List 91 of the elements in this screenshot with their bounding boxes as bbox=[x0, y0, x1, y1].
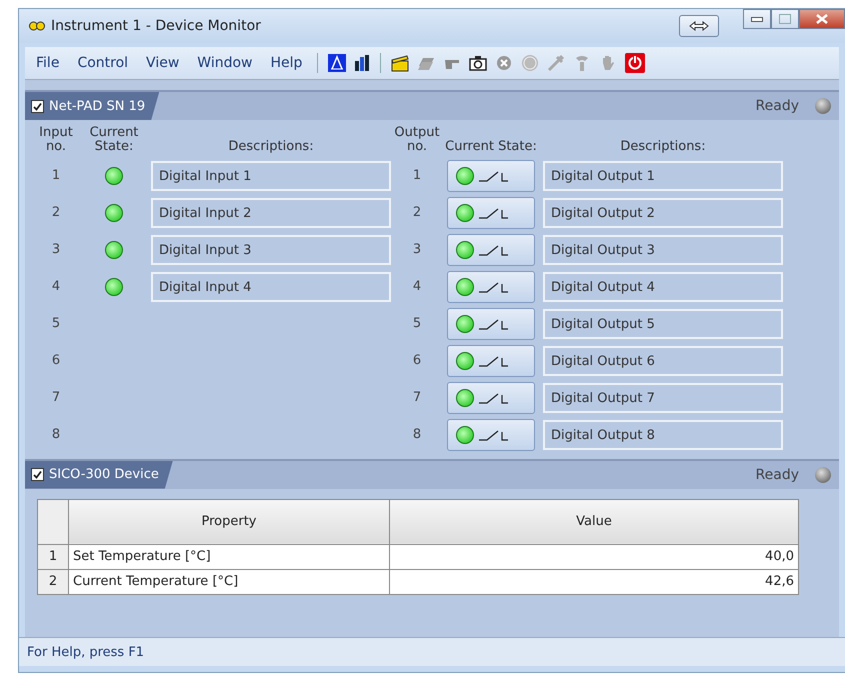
table-cell: 42,6 bbox=[390, 569, 798, 594]
input-number: 8 bbox=[52, 427, 60, 442]
output-number: 2 bbox=[412, 205, 422, 220]
output-number: 8 bbox=[412, 427, 422, 442]
switch-icon bbox=[478, 168, 510, 183]
menu-item[interactable]: File bbox=[31, 55, 64, 71]
input-number: 1 bbox=[52, 168, 60, 184]
switch-icon bbox=[478, 206, 510, 220]
switch-icon bbox=[478, 316, 510, 331]
description-field[interactable]: Digital Output 8 bbox=[543, 420, 783, 450]
switch-icon bbox=[478, 242, 510, 257]
table-cell: Current Temperature [°C] bbox=[68, 569, 390, 594]
column-header: Descriptions: bbox=[619, 140, 707, 155]
description-field[interactable]: Digital Output 7 bbox=[543, 382, 783, 413]
output-toggle-button[interactable] bbox=[447, 344, 535, 377]
checkmark-icon bbox=[33, 470, 42, 480]
output-toggle-button[interactable] bbox=[447, 196, 535, 229]
cancel-icon[interactable] bbox=[495, 54, 514, 72]
menu-item[interactable]: Help bbox=[265, 55, 308, 71]
switch-icon bbox=[478, 390, 510, 405]
table-cell: 40,0 bbox=[390, 544, 798, 570]
resize-button[interactable] bbox=[679, 15, 719, 37]
description-field[interactable]: Digital Output 6 bbox=[543, 346, 783, 376]
output-number: 1 bbox=[412, 168, 422, 184]
column-header: Output no. bbox=[395, 126, 439, 155]
power-icon[interactable] bbox=[625, 53, 646, 73]
window-title: Instrument 1 - Device Monitor bbox=[51, 18, 262, 34]
description-field[interactable]: Digital Input 1 bbox=[151, 160, 391, 191]
input-number: 6 bbox=[52, 353, 60, 368]
column-header: Current State: bbox=[444, 140, 538, 155]
column-header: Value bbox=[390, 499, 798, 544]
table-cell: Set Temperature [°C] bbox=[68, 544, 390, 570]
description-field[interactable]: Digital Output 2 bbox=[543, 198, 783, 228]
status-bar: For Help, press F1 bbox=[19, 637, 845, 666]
output-toggle-button[interactable] bbox=[447, 234, 535, 266]
description-field[interactable]: Digital Output 4 bbox=[543, 272, 783, 302]
corner-cell bbox=[38, 499, 68, 544]
maximize-icon bbox=[779, 14, 791, 24]
row-header: 1 bbox=[38, 544, 68, 570]
input-number: 4 bbox=[52, 279, 60, 294]
switch-icon bbox=[478, 354, 510, 368]
panel-checkbox[interactable] bbox=[31, 468, 44, 482]
menu-item[interactable]: Control bbox=[72, 55, 134, 71]
description-field[interactable]: Digital Input 3 bbox=[151, 234, 391, 265]
clapperboard-icon[interactable] bbox=[391, 54, 410, 72]
panel-status: Ready bbox=[756, 466, 799, 483]
column-header: Current State: bbox=[88, 126, 140, 155]
panel-checkbox[interactable] bbox=[31, 100, 44, 112]
row-header: 2 bbox=[38, 569, 68, 594]
output-toggle-button[interactable] bbox=[447, 418, 535, 451]
switch-icon bbox=[478, 280, 510, 294]
description-field[interactable]: Digital Input 2 bbox=[151, 198, 391, 228]
waveform-icon[interactable] bbox=[328, 54, 346, 72]
app-icon bbox=[29, 21, 45, 31]
switch-icon bbox=[478, 428, 510, 442]
description-field[interactable]: Digital Output 3 bbox=[543, 234, 783, 265]
output-number: 7 bbox=[412, 390, 422, 406]
output-toggle-button[interactable] bbox=[447, 270, 535, 303]
status-led bbox=[815, 98, 831, 114]
output-number: 6 bbox=[412, 353, 422, 368]
panel-title: Net-PAD SN 19 bbox=[49, 98, 146, 114]
input-number: 2 bbox=[52, 205, 60, 220]
output-toggle-button[interactable] bbox=[447, 382, 535, 414]
checkmark-icon bbox=[33, 102, 42, 110]
camera-icon[interactable] bbox=[469, 54, 488, 72]
maximize-button[interactable] bbox=[771, 9, 799, 29]
description-field[interactable]: Digital Output 1 bbox=[543, 160, 783, 191]
bar-chart-icon[interactable] bbox=[354, 54, 370, 72]
output-number: 3 bbox=[412, 242, 422, 258]
column-header: Input no. bbox=[38, 126, 74, 155]
close-button[interactable] bbox=[799, 9, 845, 29]
column-header: Property bbox=[68, 499, 390, 544]
panel-title: SICO-300 Device bbox=[49, 467, 159, 482]
panel-status: Ready bbox=[756, 98, 799, 114]
output-toggle-button[interactable] bbox=[447, 308, 535, 340]
minimize-icon bbox=[751, 16, 763, 22]
description-field[interactable]: Digital Input 4 bbox=[151, 272, 391, 302]
input-number: 3 bbox=[52, 242, 60, 258]
menu-item[interactable]: View bbox=[141, 55, 184, 71]
close-icon bbox=[816, 14, 828, 24]
input-number: 7 bbox=[52, 390, 60, 406]
status-led bbox=[815, 466, 831, 483]
description-field[interactable]: Digital Output 5 bbox=[543, 308, 783, 339]
output-toggle-button[interactable] bbox=[447, 160, 535, 192]
column-header: Descriptions: bbox=[227, 140, 315, 155]
input-number: 5 bbox=[52, 316, 60, 332]
output-number: 4 bbox=[412, 279, 422, 294]
output-number: 5 bbox=[412, 316, 422, 332]
minimize-button[interactable] bbox=[743, 9, 771, 29]
double-arrow-icon bbox=[689, 21, 709, 31]
menu-item[interactable]: Window bbox=[192, 55, 258, 71]
